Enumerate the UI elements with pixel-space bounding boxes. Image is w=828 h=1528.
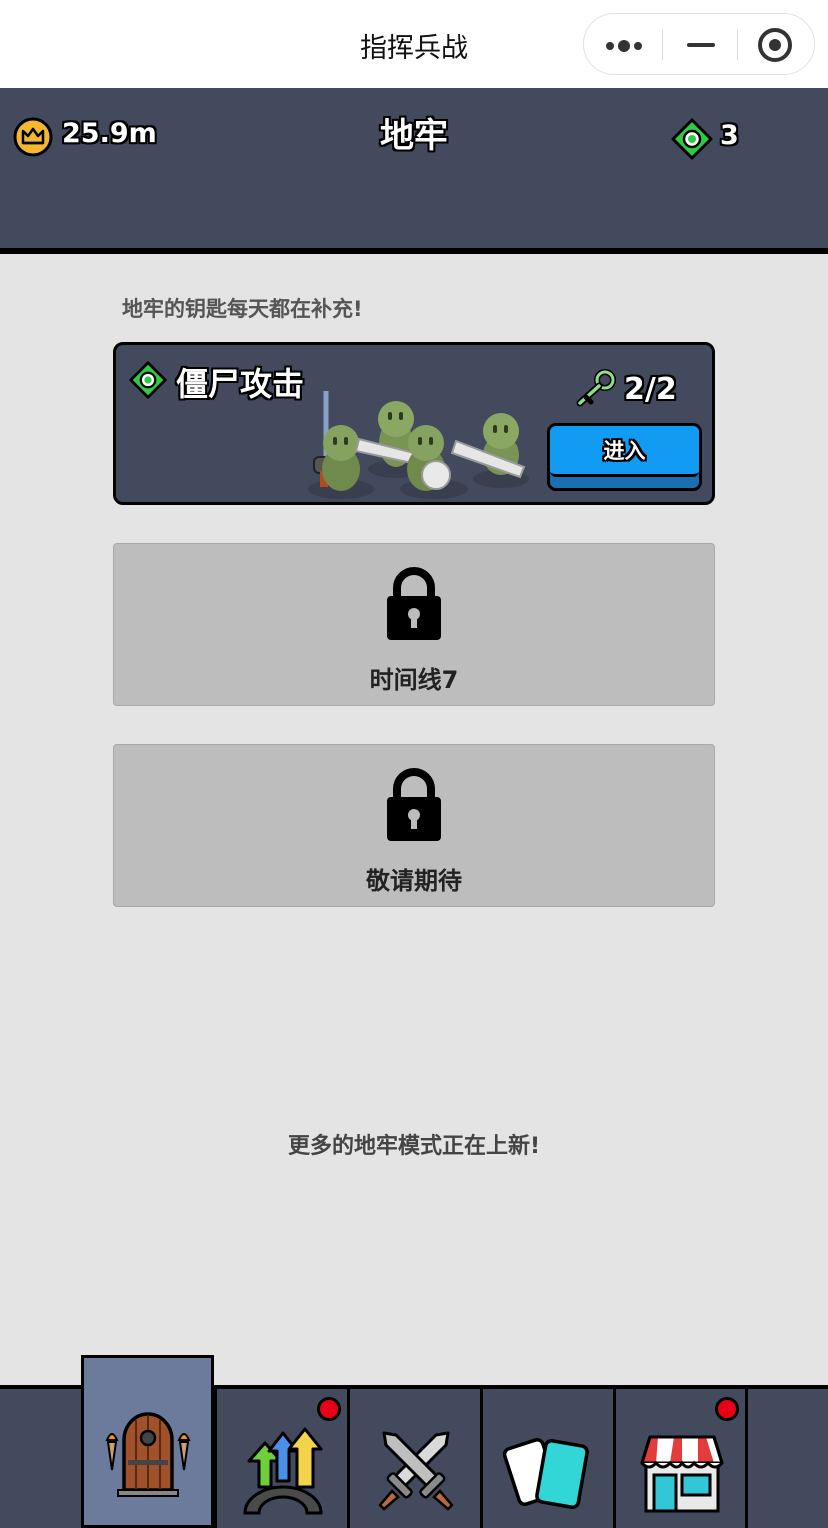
notification-badge: [317, 1397, 341, 1421]
dungeon-title: 僵尸攻击: [176, 365, 305, 403]
nav-tab-upgrade[interactable]: [214, 1389, 347, 1528]
padlock-icon: [387, 768, 441, 841]
dungeon-card-locked-timeline[interactable]: 时间线7: [113, 543, 715, 706]
target-close-icon: [758, 28, 792, 62]
dungeon-card-coming-soon[interactable]: 敬请期待: [113, 744, 715, 907]
padlock-icon: [387, 567, 441, 640]
dungeon-card-zombie-attack[interactable]: 僵尸攻击 2/2 进入: [113, 342, 715, 505]
key-icon: [576, 369, 616, 407]
nav-tab-battle[interactable]: [347, 1389, 480, 1528]
minimize-icon: [687, 43, 715, 47]
zombie-horde-illustration: [308, 391, 529, 499]
cards-icon: [503, 1438, 589, 1509]
enter-button-label: 进入: [603, 439, 646, 463]
gem-icon: [129, 361, 167, 399]
minimize-button[interactable]: [662, 14, 739, 76]
upgrade-arrows-icon: [243, 1427, 323, 1515]
notification-badge: [715, 1397, 739, 1421]
more-dots-icon: [606, 40, 646, 52]
nav-tab-shop[interactable]: [613, 1389, 748, 1528]
locked-card-label: 时间线7: [369, 666, 459, 694]
nav-tab-dungeon[interactable]: [81, 1355, 214, 1528]
shop-icon: [640, 1435, 724, 1513]
gem-icon[interactable]: [671, 118, 713, 160]
dungeon-door-icon: [105, 1412, 191, 1497]
locked-card-label: 敬请期待: [366, 867, 462, 895]
close-button[interactable]: [737, 14, 814, 76]
more-dungeons-notice: 更多的地牢模式正在上新!: [287, 1134, 541, 1159]
gem-count: 3: [720, 120, 739, 151]
window-title-bar: 指挥兵战: [0, 0, 828, 88]
nav-tab-cards[interactable]: [480, 1389, 613, 1528]
key-refill-notice: 地牢的钥匙每天都在补充!: [122, 297, 363, 321]
enter-button[interactable]: 进入: [547, 423, 702, 491]
more-button[interactable]: [584, 14, 661, 76]
crossed-swords-icon: [378, 1431, 454, 1511]
capsule-menu: [583, 13, 815, 75]
key-count: 2/2: [624, 372, 677, 407]
